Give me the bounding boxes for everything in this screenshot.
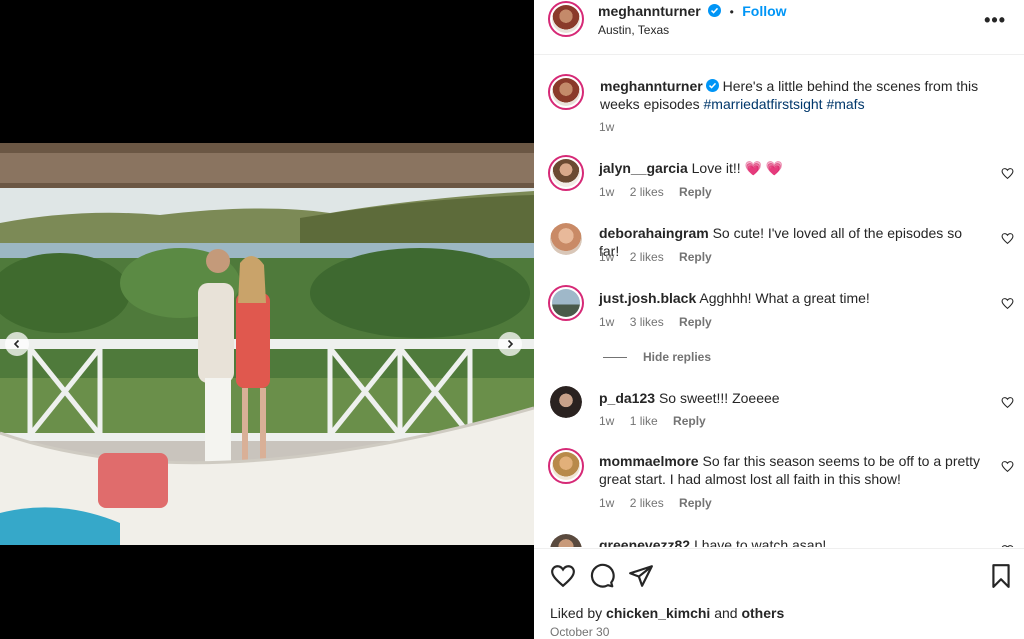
liked-others-link[interactable]: others bbox=[741, 605, 784, 621]
comment-username[interactable]: just.josh.black bbox=[599, 290, 696, 306]
hide-replies-button[interactable]: Hide replies bbox=[603, 350, 711, 364]
comment-text: mommaelmore So far this season seems to … bbox=[599, 452, 984, 488]
heart-icon[interactable] bbox=[550, 563, 576, 589]
liked-by-text: Liked by chicken_kimchi and others bbox=[550, 605, 784, 621]
header-separator: • bbox=[729, 5, 734, 19]
chevron-right-icon bbox=[507, 339, 514, 349]
comment-text: just.josh.black Agghhh! What a great tim… bbox=[599, 289, 984, 307]
comments-list[interactable]: meghannturner Here's a little behind the… bbox=[534, 56, 1024, 547]
comment-age[interactable]: 1w bbox=[599, 315, 614, 329]
commenter-avatar[interactable] bbox=[548, 448, 584, 484]
heart-icon[interactable] bbox=[1001, 232, 1014, 245]
comment-username[interactable]: mommaelmore bbox=[599, 453, 699, 469]
post-actions: Liked by chicken_kimchi and others Octob… bbox=[534, 548, 1024, 639]
comment-meta: 1w 2 likes Reply bbox=[599, 185, 724, 199]
comment-meta: 1w 1 like Reply bbox=[599, 414, 718, 428]
comment-meta: 1w 2 likes Reply bbox=[599, 250, 724, 264]
post-photo bbox=[0, 143, 534, 545]
commenter-avatar[interactable] bbox=[548, 285, 584, 321]
reply-button[interactable]: Reply bbox=[679, 496, 712, 510]
comment-meta: 1w 2 likes Reply bbox=[599, 496, 724, 510]
heart-icon[interactable] bbox=[1001, 167, 1014, 180]
comment-likes[interactable]: 2 likes bbox=[630, 496, 664, 510]
comment-username[interactable]: p_da123 bbox=[599, 390, 655, 406]
commenter-avatar[interactable] bbox=[550, 223, 582, 255]
post-sidebar: meghannturner • Follow Austin, Texas •••… bbox=[534, 0, 1024, 639]
comment-body: I have to watch asap! bbox=[693, 537, 827, 547]
bookmark-icon[interactable] bbox=[988, 563, 1014, 589]
comment-likes[interactable]: 3 likes bbox=[630, 315, 664, 329]
liked-and: and bbox=[714, 605, 738, 621]
caption-text: meghannturner Here's a little behind the… bbox=[600, 77, 985, 113]
reply-button[interactable]: Reply bbox=[679, 315, 712, 329]
reply-button[interactable]: Reply bbox=[673, 414, 706, 428]
comment-likes[interactable]: 2 likes bbox=[630, 185, 664, 199]
caption-meta: 1w bbox=[599, 120, 626, 134]
more-options-button[interactable]: ••• bbox=[984, 10, 1006, 31]
comment-likes[interactable]: 2 likes bbox=[630, 250, 664, 264]
comment-text: jalyn__garcia Love it!! 💗 💗 bbox=[599, 159, 984, 177]
post-location[interactable]: Austin, Texas bbox=[598, 23, 669, 37]
comment-age[interactable]: 1w bbox=[599, 496, 614, 510]
comment-age[interactable]: 1w bbox=[599, 414, 614, 428]
caption-username[interactable]: meghannturner bbox=[600, 78, 703, 94]
post-header: meghannturner • Follow Austin, Texas ••• bbox=[534, 0, 1024, 55]
comment-age[interactable]: 1w bbox=[599, 250, 614, 264]
commenter-avatar[interactable] bbox=[548, 155, 584, 191]
comment-likes[interactable]: 1 like bbox=[630, 414, 658, 428]
post-date[interactable]: October 30 bbox=[550, 625, 609, 639]
chevron-left-icon bbox=[13, 339, 20, 349]
comment-meta: 1w 3 likes Reply bbox=[599, 315, 724, 329]
media-pane bbox=[0, 0, 534, 639]
next-photo-button[interactable] bbox=[498, 332, 522, 356]
caption-hashtags[interactable]: #marriedatfirstsight #mafs bbox=[704, 96, 865, 112]
comment-age[interactable]: 1w bbox=[599, 185, 614, 199]
comment-text: p_da123 So sweet!!! Zoeeee bbox=[599, 389, 984, 407]
comment-body: Love it!! bbox=[691, 160, 741, 176]
share-icon[interactable] bbox=[628, 563, 654, 589]
heart-icon[interactable] bbox=[1001, 544, 1014, 547]
author-avatar[interactable] bbox=[548, 1, 584, 37]
comment-username[interactable]: greenevezz82 bbox=[599, 537, 690, 547]
follow-button[interactable]: Follow bbox=[742, 3, 786, 19]
heart-icon[interactable] bbox=[1001, 297, 1014, 310]
comment-text: greenevezz82 I have to watch asap! bbox=[599, 536, 984, 547]
commenter-avatar[interactable] bbox=[550, 386, 582, 418]
heart-icon[interactable] bbox=[1001, 396, 1014, 409]
comment-icon[interactable] bbox=[589, 563, 615, 589]
author-username[interactable]: meghannturner bbox=[598, 3, 701, 19]
liked-prefix: Liked by bbox=[550, 605, 603, 621]
heart-emoji: 💗 💗 bbox=[744, 160, 784, 176]
verified-badge-icon bbox=[708, 4, 722, 17]
comment-username[interactable]: jalyn__garcia bbox=[599, 160, 688, 176]
comment-body: Agghhh! What a great time! bbox=[699, 290, 870, 306]
caption-avatar[interactable] bbox=[548, 74, 584, 110]
comment-body: So sweet!!! Zoeeee bbox=[658, 390, 780, 406]
liked-user-link[interactable]: chicken_kimchi bbox=[606, 605, 710, 621]
caption-age[interactable]: 1w bbox=[599, 120, 614, 134]
verified-badge-icon bbox=[705, 79, 719, 92]
previous-photo-button[interactable] bbox=[5, 332, 29, 356]
reply-button[interactable]: Reply bbox=[679, 250, 712, 264]
comment-username[interactable]: deborahaingram bbox=[599, 225, 709, 241]
commenter-avatar[interactable] bbox=[550, 534, 582, 547]
reply-button[interactable]: Reply bbox=[679, 185, 712, 199]
heart-icon[interactable] bbox=[1001, 460, 1014, 473]
